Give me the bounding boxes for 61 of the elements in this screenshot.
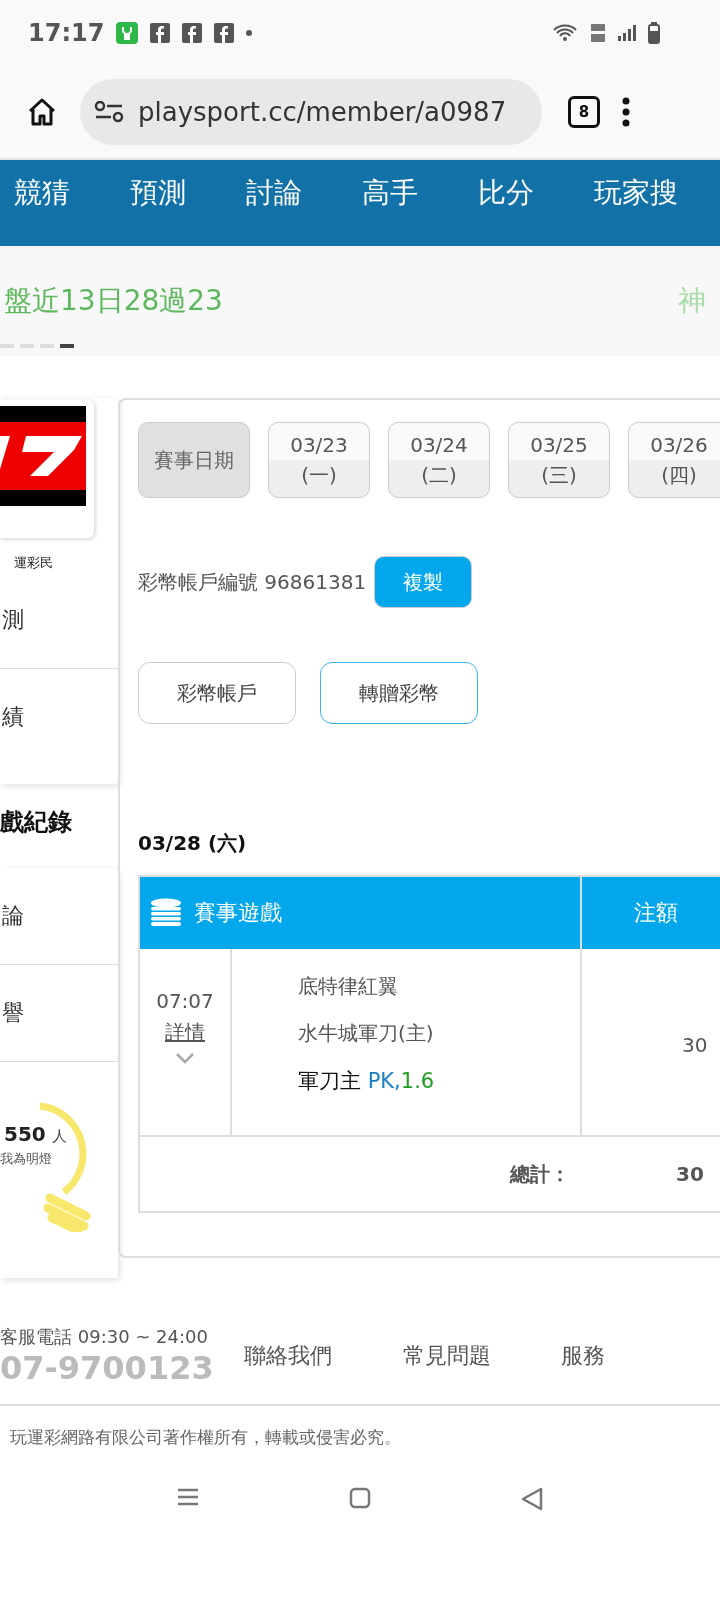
signal-icon [618, 25, 636, 41]
nav-link[interactable]: 比分 [478, 160, 594, 246]
date-tab[interactable]: 03/23 (一) [268, 422, 370, 498]
sidebar-item[interactable]: 績 [0, 669, 118, 765]
recent-apps-icon[interactable] [177, 1487, 199, 1507]
pick-text: 軍刀主 PK,1.6 [298, 1068, 436, 1095]
column-header: 賽事遊戲 [194, 899, 282, 927]
status-time: 17:17 [28, 19, 105, 47]
url-bar[interactable]: playsport.cc/member/a0987 [80, 79, 542, 145]
ticker-text: 盤近13日28過23 [4, 283, 223, 319]
footer-link[interactable]: 聯絡我們 [244, 1341, 403, 1371]
section-title: 戲紀錄 [0, 807, 73, 838]
nav-link[interactable]: 討論 [246, 160, 362, 246]
nav-link[interactable]: 競猜 [14, 160, 130, 246]
game-time: 07:07 [156, 989, 214, 1013]
app-notification-icon [116, 22, 139, 44]
notification-icon [150, 23, 171, 43]
account-number: 彩幣帳戶編號 96861381 [138, 568, 367, 596]
account-tab[interactable]: 彩幣帳戶 [138, 662, 296, 724]
wifi-icon [552, 23, 578, 43]
date-tab[interactable]: 03/24 (二) [388, 422, 490, 498]
sidebar-item[interactable]: 譽 [0, 965, 118, 1062]
coins-icon [150, 898, 182, 928]
copyright-text: 玩運彩網路有限公司著作權所有，轉載或侵害必究。 [9, 1426, 402, 1449]
home-button-icon[interactable] [349, 1487, 371, 1509]
stake-amount: 30 [682, 1033, 708, 1057]
back-icon[interactable] [521, 1487, 543, 1511]
battery-icon [648, 22, 660, 44]
notification-icon [214, 23, 235, 43]
date-heading: 03/28 (六) [138, 830, 248, 857]
phone-number: 07-9700123 [0, 1349, 215, 1387]
total-amount: 30 [676, 1162, 704, 1186]
menu-icon[interactable] [622, 97, 630, 127]
account-tab[interactable]: 轉贈彩幣 [320, 662, 478, 724]
nav-link[interactable]: 預測 [130, 160, 246, 246]
ticker-text: 神 [678, 283, 706, 319]
user-name: 運彩民 [14, 554, 54, 572]
column-header: 注額 [634, 899, 678, 927]
chevron-down-icon[interactable] [175, 1052, 195, 1064]
details-link[interactable]: 詳情 [165, 1019, 205, 1046]
date-tab[interactable]: 賽事日期 [138, 422, 250, 498]
sidebar-item[interactable]: 測 [0, 572, 118, 669]
nav-link[interactable]: 玩家搜 [594, 160, 710, 246]
lamp-unit: 人 [51, 1127, 67, 1146]
nav-link[interactable]: 高手 [362, 160, 478, 246]
site-settings-icon[interactable] [94, 101, 124, 123]
home-icon[interactable] [26, 96, 58, 128]
notification-icon [182, 23, 203, 43]
total-label: 總計： [508, 1160, 570, 1188]
team-name: 水牛城軍刀(主) [298, 1020, 435, 1047]
sidebar-item[interactable]: 論 [0, 868, 118, 965]
footer-link[interactable]: 服務 [561, 1341, 720, 1371]
date-tab[interactable]: 03/25 (三) [508, 422, 610, 498]
footer-link[interactable]: 常見問題 [402, 1341, 562, 1371]
hotline-label: 客服電話 09:30 ~ 24:00 [0, 1325, 209, 1349]
lamp-count: 550 [4, 1122, 46, 1146]
date-tab[interactable]: 03/26 (四) [628, 422, 720, 498]
team-name: 底特律紅翼 [298, 973, 399, 1000]
lamp-caption: 我為明燈 [0, 1150, 52, 1168]
dot-icon [246, 30, 253, 36]
tab-count[interactable]: 8 [568, 96, 600, 128]
